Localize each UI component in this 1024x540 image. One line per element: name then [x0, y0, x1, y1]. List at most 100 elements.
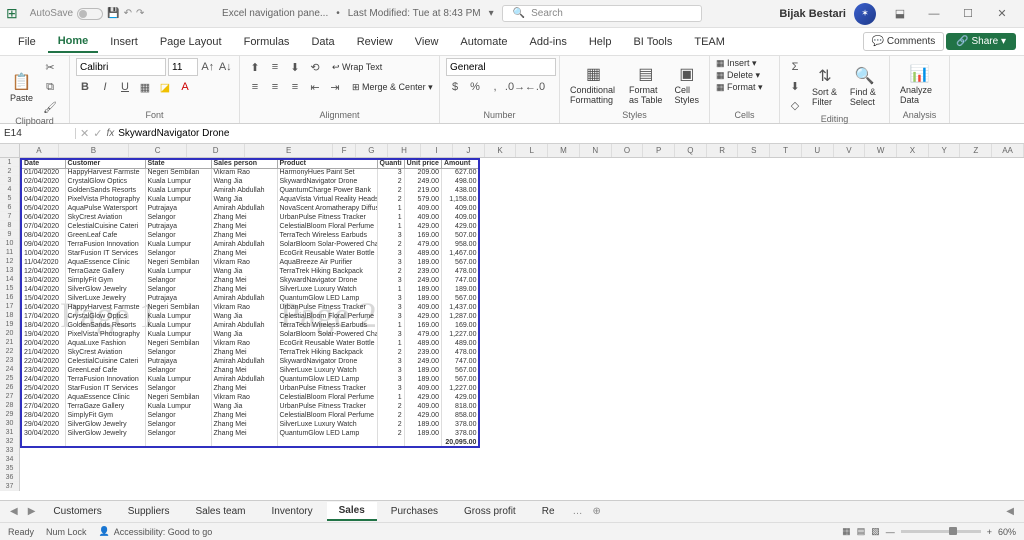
- zoom-slider[interactable]: [901, 530, 981, 533]
- table-header[interactable]: Product: [277, 159, 377, 168]
- row-header[interactable]: 23: [0, 356, 19, 365]
- sheet-tab-more-icon[interactable]: …: [569, 506, 587, 517]
- wrap-text-button[interactable]: ↩ Wrap Text: [332, 62, 382, 73]
- copy-icon[interactable]: ⧉: [41, 78, 59, 96]
- row-header[interactable]: 26: [0, 383, 19, 392]
- autosave-toggle[interactable]: [77, 8, 103, 20]
- comments-button[interactable]: 💬 Comments: [863, 32, 945, 51]
- row-header[interactable]: 5: [0, 194, 19, 203]
- redo-icon[interactable]: ↷: [136, 8, 144, 19]
- col-header[interactable]: AA: [992, 144, 1024, 157]
- row-header[interactable]: 30: [0, 419, 19, 428]
- row-header[interactable]: 17: [0, 302, 19, 311]
- row-header[interactable]: 31: [0, 428, 19, 437]
- table-row[interactable]: 23/04/2020GreenLeaf CafeSelangorZhang Me…: [21, 366, 479, 375]
- table-row[interactable]: 14/04/2020SilverGlow JewelrySelangorZhan…: [21, 285, 479, 294]
- zoom-in-icon[interactable]: +: [987, 527, 992, 537]
- align-center-icon[interactable]: ≡: [266, 78, 284, 96]
- row-header[interactable]: 12: [0, 257, 19, 266]
- minimize-icon[interactable]: —: [918, 4, 950, 24]
- col-header[interactable]: X: [897, 144, 929, 157]
- row-header[interactable]: 19: [0, 320, 19, 329]
- table-header[interactable]: Date: [21, 159, 65, 168]
- col-header[interactable]: C: [129, 144, 187, 157]
- table-row[interactable]: 19/04/2020PixelVista PhotographyKuala Lu…: [21, 330, 479, 339]
- table-row[interactable]: 07/04/2020CelestialCuisine CateriPutraja…: [21, 222, 479, 231]
- sheet-tab-purchases[interactable]: Purchases: [379, 503, 450, 521]
- tab-bi[interactable]: BI Tools: [623, 32, 682, 52]
- row-header[interactable]: 18: [0, 311, 19, 320]
- col-header[interactable]: Y: [929, 144, 961, 157]
- table-row[interactable]: 15/04/2020SilverLuxe JewelryPutrajayaAmi…: [21, 294, 479, 303]
- decrease-indent-icon[interactable]: ⇤: [306, 78, 324, 96]
- name-box[interactable]: E14: [0, 128, 76, 139]
- sheet-tab-inventory[interactable]: Inventory: [260, 503, 325, 521]
- table-row[interactable]: 11/04/2020AquaEssence ClinicNegeri Sembi…: [21, 258, 479, 267]
- share-button[interactable]: 🔗 Share ▾: [946, 33, 1016, 50]
- table-row[interactable]: 18/04/2020GoldenSands ResortsKuala Lumpu…: [21, 321, 479, 330]
- table-header[interactable]: Customer: [65, 159, 145, 168]
- enter-formula-icon[interactable]: ✓: [93, 127, 102, 140]
- tab-team[interactable]: TEAM: [684, 32, 735, 52]
- insert-cells-button[interactable]: ▦ Insert ▾: [716, 58, 773, 69]
- row-header[interactable]: 25: [0, 374, 19, 383]
- ribbon-options-icon[interactable]: ⬓: [884, 4, 916, 24]
- col-header[interactable]: K: [485, 144, 517, 157]
- increase-decimal-icon[interactable]: .0→: [506, 78, 524, 96]
- row-header[interactable]: 3: [0, 176, 19, 185]
- table-row[interactable]: 30/04/2020SilverGlow JewelrySelangorZhan…: [21, 429, 479, 438]
- row-header[interactable]: 9: [0, 230, 19, 239]
- col-header[interactable]: O: [612, 144, 644, 157]
- table-row[interactable]: 06/04/2020SkyCrest AviationSelangorZhang…: [21, 213, 479, 222]
- row-header[interactable]: 37: [0, 482, 19, 491]
- col-header[interactable]: B: [59, 144, 129, 157]
- row-header[interactable]: 15: [0, 284, 19, 293]
- align-top-icon[interactable]: ⬆: [246, 58, 264, 76]
- view-pagebreak-icon[interactable]: ▧: [871, 526, 880, 537]
- table-row[interactable]: 29/04/2020SilverGlow JewelrySelangorZhan…: [21, 420, 479, 429]
- tab-help[interactable]: Help: [579, 32, 622, 52]
- table-header[interactable]: Amount: [441, 159, 479, 168]
- row-header[interactable]: 8: [0, 221, 19, 230]
- sort-filter-button[interactable]: ⇅Sort & Filter: [808, 64, 842, 109]
- tab-file[interactable]: File: [8, 32, 46, 52]
- sheet-tab-salesteam[interactable]: Sales team: [183, 503, 257, 521]
- view-pagelayout-icon[interactable]: ▤: [857, 526, 866, 537]
- row-header[interactable]: 4: [0, 185, 19, 194]
- format-cells-button[interactable]: ▦ Format ▾: [716, 82, 773, 93]
- table-row[interactable]: 08/04/2020GreenLeaf CafeSelangorZhang Me…: [21, 231, 479, 240]
- autosum-icon[interactable]: Σ: [786, 58, 804, 76]
- table-row[interactable]: 01/04/2020HappyHarvest FarmsteNegeri Sem…: [21, 168, 479, 177]
- undo-icon[interactable]: ↶: [124, 8, 132, 19]
- cell-styles-button[interactable]: ▣Cell Styles: [671, 62, 704, 107]
- col-header[interactable]: Z: [960, 144, 992, 157]
- row-header[interactable]: 16: [0, 293, 19, 302]
- table-row[interactable]: 22/04/2020CelestialCuisine CateriPutraja…: [21, 357, 479, 366]
- col-header[interactable]: U: [802, 144, 834, 157]
- tab-pagelayout[interactable]: Page Layout: [150, 32, 232, 52]
- row-header[interactable]: 2: [0, 167, 19, 176]
- table-row[interactable]: 28/04/2020SimplyFit GymSelangorZhang Mei…: [21, 411, 479, 420]
- row-header[interactable]: 32: [0, 437, 19, 446]
- col-header[interactable]: V: [834, 144, 866, 157]
- table-row[interactable]: 10/04/2020StarFusion IT ServicesSelangor…: [21, 249, 479, 258]
- decrease-decimal-icon[interactable]: ←.0: [526, 78, 544, 96]
- border-icon[interactable]: ▦: [136, 78, 154, 96]
- row-header[interactable]: 22: [0, 347, 19, 356]
- table-row[interactable]: 20/04/2020AquaLuxe FashionNegeri Sembila…: [21, 339, 479, 348]
- col-header[interactable]: D: [187, 144, 245, 157]
- tab-insert[interactable]: Insert: [100, 32, 148, 52]
- font-size-select[interactable]: [168, 58, 198, 76]
- sheet-tab-re[interactable]: Re: [530, 503, 567, 521]
- delete-cells-button[interactable]: ▦ Delete ▾: [716, 70, 773, 81]
- col-header[interactable]: P: [643, 144, 675, 157]
- tab-data[interactable]: Data: [301, 32, 344, 52]
- currency-icon[interactable]: $: [446, 78, 464, 96]
- merge-center-button[interactable]: ⊞ Merge & Center ▾: [352, 82, 433, 93]
- col-header[interactable]: S: [738, 144, 770, 157]
- row-header[interactable]: 28: [0, 401, 19, 410]
- row-header[interactable]: 35: [0, 464, 19, 473]
- row-header[interactable]: 1: [0, 158, 19, 167]
- clear-icon[interactable]: ◇: [786, 96, 804, 114]
- data-table[interactable]: DateCustomerStateSales personProductQuan…: [20, 158, 480, 448]
